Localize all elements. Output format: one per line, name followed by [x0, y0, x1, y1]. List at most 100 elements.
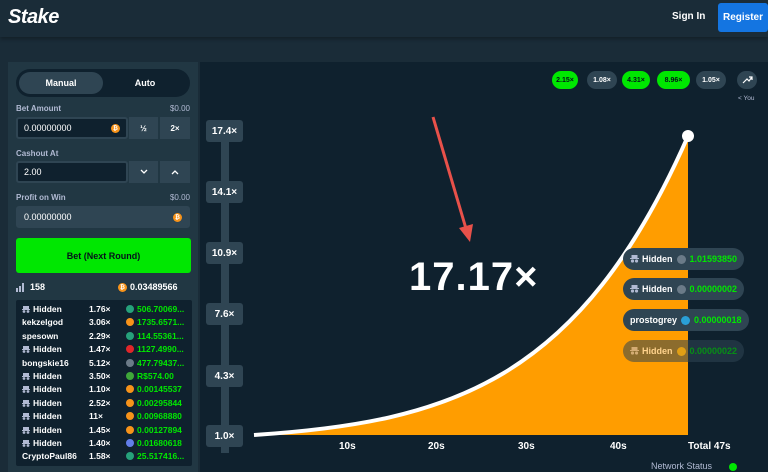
round-stats: 158 ₿ 0.03489566 — [16, 281, 192, 295]
player-amount: R$574.00 — [137, 371, 174, 381]
cashout-value: 2.00 — [24, 167, 42, 177]
player-name-text: Hidden — [33, 344, 62, 355]
currency-icon — [126, 372, 134, 380]
double-button[interactable]: 2× — [160, 117, 190, 139]
player-amount: 0.01680618 — [137, 438, 182, 448]
total-bet: 0.03489566 — [130, 282, 178, 292]
player-multiplier: 3.06× — [89, 317, 111, 328]
player-name: CryptoPaul86 — [22, 451, 77, 461]
player-name: Hidden — [22, 344, 62, 354]
player-multiplier: 1.45× — [89, 424, 111, 435]
bitcoin-icon: ₿ — [111, 124, 120, 133]
player-name-text: Hidden — [33, 397, 62, 408]
player-name-text: kekzelgod — [22, 317, 64, 328]
player-row: Hidden 1.40× 0.01680618 — [16, 437, 192, 450]
hidden-user-icon — [22, 386, 30, 394]
player-name-text: Hidden — [33, 304, 62, 314]
player-amount: 477.79437... — [137, 357, 185, 368]
player-name-text: Hidden — [33, 384, 62, 395]
curve-endpoint — [682, 130, 694, 142]
cashout-pill: Hidden 1.01593850 — [623, 248, 745, 270]
player-row: bongskie16 5.12× 477.79437... — [16, 357, 192, 370]
network-status-dot — [729, 463, 737, 471]
player-count: 158 — [30, 282, 46, 292]
player-multiplier: 3.50× — [89, 371, 111, 381]
cashout-name: Hidden — [642, 346, 673, 356]
currency-icon — [126, 385, 134, 394]
player-multiplier: 11× — [89, 411, 103, 422]
player-amount: 1735.6571... — [137, 317, 185, 328]
bet-amount-value: 0.00000000 — [24, 123, 72, 133]
player-row: Hidden 3.50× R$574.00 — [16, 370, 192, 383]
profit-value: 0.00000000 — [24, 212, 72, 222]
player-name: Hidden — [22, 438, 62, 448]
player-multiplier: 2.52× — [89, 397, 111, 408]
cashout-value: 1.01593850 — [689, 254, 738, 264]
player-multiplier: 1.76× — [89, 304, 111, 314]
currency-icon — [126, 412, 134, 421]
player-row: kekzelgod 3.06× 1735.6571... — [16, 316, 192, 329]
player-name: Hidden — [22, 425, 62, 435]
currency-icon — [126, 345, 134, 354]
player-amount: 0.00127894 — [137, 424, 182, 435]
tab-auto[interactable]: Auto — [103, 72, 187, 94]
player-row: Hidden 1.47× 1127.4990... — [16, 343, 192, 356]
cashout-name: Hidden — [642, 284, 673, 294]
player-multiplier: 1.58× — [89, 451, 111, 462]
sign-in-link[interactable]: Sign In — [672, 11, 705, 22]
player-name-text: CryptoPaul86 — [22, 451, 77, 462]
player-list[interactable]: Hidden 1.76× 506.70069... kekzelgod 3.06× 173… — [16, 300, 192, 466]
bet-amount-input[interactable]: 0.00000000 ₿ — [16, 117, 128, 139]
half-button[interactable]: ½ — [129, 117, 158, 139]
player-name: Hidden — [22, 304, 62, 314]
profit-usd: $0.00 — [169, 193, 190, 202]
player-row: Hidden 1.45× 0.00127894 — [16, 424, 192, 437]
player-name: Hidden — [22, 371, 62, 381]
bitcoin-icon: ₿ — [173, 213, 182, 222]
hidden-user-icon — [22, 426, 30, 434]
currency-icon — [676, 254, 686, 264]
currency-icon — [126, 358, 134, 367]
bet-amount-label: Bet Amount — [16, 104, 62, 113]
player-name: Hidden — [22, 411, 62, 421]
cashout-input[interactable]: 2.00 — [16, 161, 128, 183]
profit-field: 0.00000000 ₿ — [16, 206, 190, 228]
player-name: kekzelgod — [22, 317, 63, 327]
currency-icon — [126, 331, 134, 340]
current-multiplier: 17.17× — [409, 255, 539, 299]
player-amount: 506.70069... — [137, 304, 185, 314]
player-row: spesown 2.29× 114.55361... — [16, 330, 192, 343]
decrease-button[interactable] — [129, 161, 158, 183]
player-name-text: spesown — [22, 330, 59, 341]
currency-icon — [126, 305, 134, 313]
cashout-name: Hidden — [642, 254, 673, 264]
tab-manual[interactable]: Manual — [19, 72, 103, 94]
player-multiplier: 1.10× — [89, 384, 111, 395]
increase-button[interactable] — [160, 161, 190, 183]
player-name-text: Hidden — [33, 438, 62, 448]
currency-icon — [681, 315, 691, 325]
bet-sidebar: Manual Auto Bet Amount $0.00 0.00000000 … — [8, 62, 198, 472]
player-amount: 1127.4990... — [137, 344, 184, 355]
chevron-up-icon — [171, 170, 179, 175]
currency-icon — [126, 452, 134, 461]
player-row: Hidden 2.52× 0.00295844 — [16, 397, 192, 410]
currency-icon — [676, 346, 686, 356]
bet-button[interactable]: Bet (Next Round) — [16, 238, 191, 273]
stake-logo[interactable]: Stake — [8, 6, 59, 29]
player-amount: 25.517416... — [137, 451, 185, 462]
hidden-user-icon — [22, 440, 30, 447]
player-name-text: Hidden — [33, 371, 62, 381]
player-amount: 114.55361... — [137, 330, 184, 341]
player-amount: 0.00968880 — [137, 411, 182, 422]
player-name-text: Hidden — [33, 411, 62, 422]
player-name: Hidden — [22, 398, 62, 408]
player-name-text: Hidden — [33, 424, 62, 435]
player-row: CryptoPaul86 1.58× 25.517416... — [16, 450, 192, 463]
cashout-pill: prostogrey 0.00000018 — [623, 309, 749, 331]
hidden-user-icon — [22, 373, 30, 380]
cashout-pill: Hidden 0.00000002 — [623, 278, 745, 300]
register-button[interactable]: Register — [718, 3, 768, 32]
player-name: spesown — [22, 331, 58, 341]
player-multiplier: 1.40× — [89, 438, 111, 448]
